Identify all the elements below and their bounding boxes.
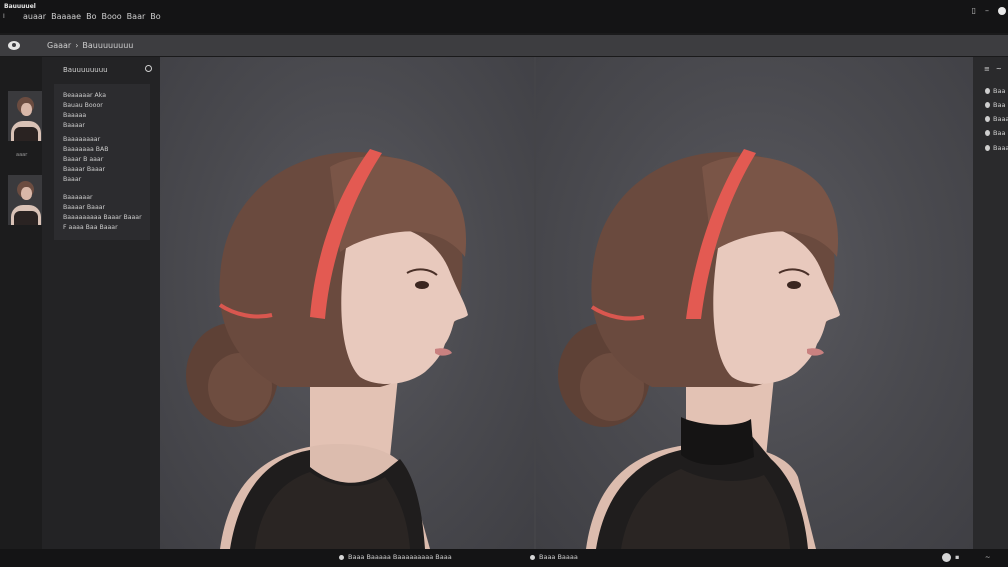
info-line: Baaaar Baaar (63, 166, 106, 173)
info-line: F aaaa Baa Baaar (63, 224, 118, 231)
info-line: Baaaaaaaaa Baaar Baaar (63, 214, 142, 221)
bullet-icon (985, 116, 990, 122)
right-panel-item[interactable]: Baa (985, 87, 1005, 95)
menu-item[interactable]: auaar (23, 12, 46, 21)
info-line: Baaaar Baaar (63, 204, 106, 211)
info-line: Beaaaaar Aka (63, 92, 107, 99)
menu-bar: Bauuuuel I auaar Baaaae Bo Booo Baar Bo … (0, 0, 1008, 33)
menu-item[interactable]: Bo (86, 12, 96, 21)
collapse-icon[interactable]: ~ (996, 65, 1002, 73)
menu-icon[interactable]: ≡ (984, 65, 990, 73)
window-controls: ▯ – (972, 6, 1006, 15)
status-bar: Baaa Baaaaa Baaaaaaaaa Baaa Baaa Baaaa ▪… (0, 549, 1008, 567)
right-panel-item[interactable]: Baaa (985, 144, 1008, 152)
main-menu: auaar Baaaae Bo Booo Baar Bo (23, 12, 161, 21)
bullet-icon (985, 145, 990, 151)
tab-bar: Gaaar › Bauuuuuuuu (0, 35, 1008, 56)
bullet-icon (985, 130, 990, 136)
breadcrumb-root[interactable]: Gaaar (47, 41, 71, 50)
thumbnail-2[interactable] (8, 175, 44, 225)
status-text-mid: Baaa Baaaa (539, 553, 578, 561)
info-line: Baaaar (63, 122, 85, 129)
settings-icon[interactable] (145, 65, 152, 72)
bullet-icon (985, 88, 990, 94)
right-panel-item[interactable]: Baaa (985, 115, 1008, 123)
close-button[interactable] (998, 6, 1006, 15)
app-name: Bauuuuel (4, 3, 36, 10)
portrait-render-right (558, 149, 840, 549)
info-line: Bauau Booor (63, 102, 103, 109)
right-panel: ≡ ~ Baa Baa Baaa Baa Baaa (973, 57, 1008, 549)
thumbnail-strip: aaar (0, 57, 44, 551)
status-icon-b[interactable]: ~ (985, 553, 990, 561)
thumbnail-caption: aaar (16, 152, 28, 158)
app-name-sub: I (3, 13, 5, 20)
info-card: Beaaaaar Aka Bauau Booor Baaaaa Baaaar B… (54, 84, 150, 240)
menu-item[interactable]: Baar (127, 12, 146, 21)
render-pane-left[interactable] (160, 57, 534, 549)
menu-item[interactable]: Booo (102, 12, 122, 21)
breadcrumb-current[interactable]: Bauuuuuuuu (82, 41, 133, 50)
info-line: Baaaaaaa BAB (63, 146, 109, 153)
right-panel-item[interactable]: Baa (985, 101, 1005, 109)
bullet-icon (985, 102, 990, 108)
render-pane-right[interactable] (536, 57, 973, 549)
info-line: Baaaaaaaar (63, 136, 101, 143)
info-panel: Bauuuuuuuu Beaaaaar Aka Bauau Booor Baaa… (42, 57, 160, 551)
status-dot-icon (530, 555, 535, 560)
restore-button[interactable]: ▯ (972, 6, 976, 15)
breadcrumb: Gaaar › Bauuuuuuuu (47, 41, 133, 50)
info-line: Baaar (63, 176, 82, 183)
right-panel-header: ≡ ~ (984, 65, 1002, 73)
minimize-button[interactable]: – (985, 6, 989, 15)
eye-icon[interactable] (8, 41, 20, 50)
status-icon-a[interactable]: ▪ (955, 553, 959, 561)
status-text-left: Baaa Baaaaa Baaaaaaaaa Baaa (348, 553, 452, 561)
menu-item[interactable]: Baaaae (51, 12, 81, 21)
info-line: Baaaaa (63, 112, 87, 119)
info-panel-title: Bauuuuuuuu (63, 66, 108, 74)
portrait-render-left (186, 149, 468, 549)
menu-item[interactable]: Bo (150, 12, 160, 21)
record-button[interactable] (942, 553, 951, 562)
info-line: Baaar B aaar (63, 156, 104, 163)
info-line: Baaaaaar (63, 194, 93, 201)
right-panel-item[interactable]: Baa (985, 129, 1005, 137)
status-dot-icon (339, 555, 344, 560)
thumbnail-1[interactable] (8, 91, 44, 141)
image-canvas[interactable] (160, 57, 973, 549)
app-window: Bauuuuel I auaar Baaaae Bo Booo Baar Bo … (0, 0, 1008, 567)
breadcrumb-separator: › (75, 41, 79, 50)
